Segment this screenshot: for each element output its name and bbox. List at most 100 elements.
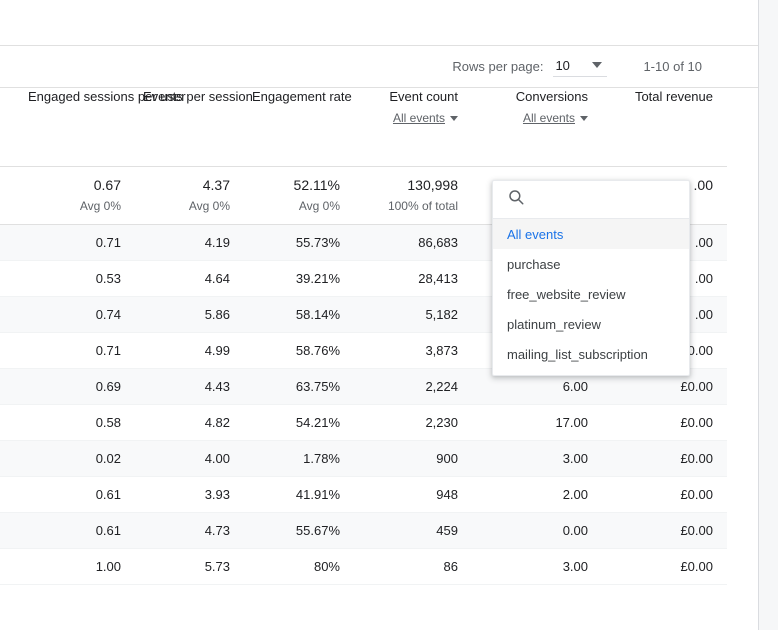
summary-subvalue: Avg 0% [143,199,230,213]
rows-per-page-label: Rows per page: [452,59,543,74]
table-row[interactable]: 0.024.001.78%9003.00£0.00 [0,440,727,476]
cell-event-count: 459 [354,512,472,548]
dropdown-item[interactable]: purchase [493,249,689,279]
cell-total-revenue: £0.00 [602,404,727,440]
column-header-conversions[interactable]: Conversions All events [472,88,602,166]
summary-event-count: 130,998 100% of total [354,166,472,224]
dropdown-item-list: All eventspurchasefree_website_reviewpla… [493,219,689,369]
cell-engaged-sessions-per-user: 0.71 [20,332,135,368]
column-title: Event count [362,88,458,105]
column-header-total-revenue[interactable]: Total revenue [602,88,727,166]
cell-engagement-rate: 63.75% [244,368,354,404]
cell-events-per-session: 4.19 [135,224,244,260]
cell-engagement-rate: 55.67% [244,512,354,548]
row-stub [0,368,20,404]
cell-engagement-rate: 39.21% [244,260,354,296]
table-header-row: Engaged sessions per user Events per ses… [0,88,727,166]
summary-subvalue: Avg 0% [28,199,121,213]
cell-engaged-sessions-per-user: 0.02 [20,440,135,476]
cell-engagement-rate: 80% [244,548,354,584]
summary-subvalue: Avg 0% [252,199,340,213]
pagination-range-label: 1-10 of 10 [643,59,702,74]
pagination-bar: Rows per page: 10 1-10 of 10 [0,46,758,88]
cell-event-count: 2,224 [354,368,472,404]
conversions-filter-dropdown[interactable]: All events [523,110,588,127]
report-content: Rows per page: 10 1-10 of 10 Engaged ses… [0,0,758,630]
header-stub [0,88,20,166]
cell-engaged-sessions-per-user: 0.71 [20,224,135,260]
summary-engaged-sessions-per-user: 0.67 Avg 0% [20,166,135,224]
table-row[interactable]: 0.614.7355.67%4590.00£0.00 [0,512,727,548]
table-row[interactable]: 0.584.8254.21%2,23017.00£0.00 [0,404,727,440]
chevron-down-icon [592,62,602,68]
summary-value: 52.11% [252,177,340,193]
summary-value: 4.37 [143,177,230,193]
cell-engaged-sessions-per-user: 0.61 [20,512,135,548]
summary-engagement-rate: 52.11% Avg 0% [244,166,354,224]
event-count-filter-dropdown[interactable]: All events [393,110,458,127]
column-header-engaged-sessions-per-user[interactable]: Engaged sessions per user [20,88,135,166]
cell-events-per-session: 4.99 [135,332,244,368]
row-stub [0,404,20,440]
event-filter-dropdown-panel: All eventspurchasefree_website_reviewpla… [492,180,690,376]
cell-conversions: 0.00 [472,512,602,548]
cell-events-per-session: 4.82 [135,404,244,440]
cell-events-per-session: 4.64 [135,260,244,296]
cell-total-revenue: £0.00 [602,476,727,512]
cell-engagement-rate: 41.91% [244,476,354,512]
cell-events-per-session: 5.86 [135,296,244,332]
cell-engaged-sessions-per-user: 0.53 [20,260,135,296]
conversions-filter-label: All events [523,110,575,127]
column-title: Engaged sessions per user [28,88,121,105]
table-row[interactable]: 0.613.9341.91%9482.00£0.00 [0,476,727,512]
cell-events-per-session: 3.93 [135,476,244,512]
cell-conversions: 3.00 [472,440,602,476]
row-stub [0,260,20,296]
cell-events-per-session: 4.00 [135,440,244,476]
cell-engaged-sessions-per-user: 0.61 [20,476,135,512]
cell-total-revenue: £0.00 [602,512,727,548]
dropdown-search-input[interactable] [535,192,711,207]
row-stub [0,476,20,512]
cell-engagement-rate: 1.78% [244,440,354,476]
table-head: Engaged sessions per user Events per ses… [0,88,727,166]
cell-event-count: 2,230 [354,404,472,440]
cell-event-count: 948 [354,476,472,512]
summary-subvalue: 100% of total [362,199,458,213]
cell-engagement-rate: 55.73% [244,224,354,260]
dropdown-item[interactable]: platinum_review [493,309,689,339]
dropdown-item[interactable]: All events [493,219,689,249]
cell-engagement-rate: 58.76% [244,332,354,368]
column-header-engagement-rate[interactable]: Engagement rate [244,88,354,166]
dropdown-search-row[interactable] [493,181,689,219]
search-icon [507,188,525,211]
cell-engaged-sessions-per-user: 0.69 [20,368,135,404]
page-scroll-gutter[interactable] [758,0,778,630]
column-header-events-per-session[interactable]: Events per session [135,88,244,166]
cell-total-revenue: £0.00 [602,548,727,584]
cell-engaged-sessions-per-user: 1.00 [20,548,135,584]
cell-event-count: 3,873 [354,332,472,368]
dropdown-item[interactable]: free_website_review [493,279,689,309]
cell-event-count: 28,413 [354,260,472,296]
summary-value: 130,998 [362,177,458,193]
cell-event-count: 5,182 [354,296,472,332]
chevron-down-icon [450,116,458,121]
event-count-filter-label: All events [393,110,445,127]
column-title: Engagement rate [252,88,340,105]
rows-per-page-select[interactable]: 10 [553,57,607,77]
dropdown-item[interactable]: mailing_list_subscription [493,339,689,369]
cell-engaged-sessions-per-user: 0.58 [20,404,135,440]
cell-engaged-sessions-per-user: 0.74 [20,296,135,332]
cell-event-count: 86,683 [354,224,472,260]
cell-events-per-session: 5.73 [135,548,244,584]
chevron-down-icon [580,116,588,121]
analytics-report-screen: Rows per page: 10 1-10 of 10 Engaged ses… [0,0,778,630]
summary-value: 0.67 [28,177,121,193]
column-header-event-count[interactable]: Event count All events [354,88,472,166]
cell-conversions: 2.00 [472,476,602,512]
table-row[interactable]: 1.005.7380%863.00£0.00 [0,548,727,584]
cell-total-revenue: £0.00 [602,440,727,476]
summary-stub [0,166,20,224]
column-title: Total revenue [610,88,713,105]
